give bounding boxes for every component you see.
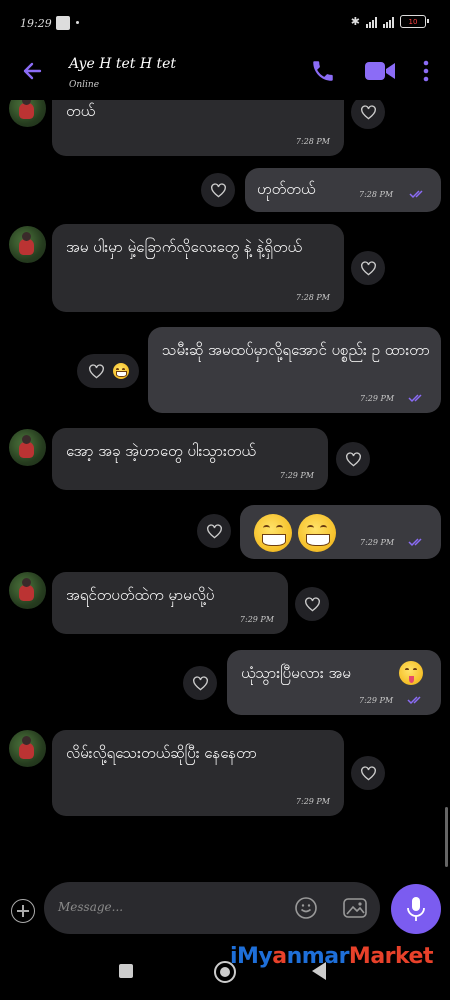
sticker-icon[interactable] bbox=[294, 896, 318, 920]
avatar[interactable] bbox=[9, 226, 46, 263]
add-attachment-icon[interactable] bbox=[11, 899, 35, 923]
like-button[interactable] bbox=[351, 100, 385, 129]
message-text: သမီးဆို အမထပ်မှာလို့ရအောင် ပစ္စည်း ဥ ထား… bbox=[162, 341, 430, 359]
message-list[interactable]: တယ် 7:28 PM ဟုတ်တယ် 7:28 PM အမ ပါးမှာ မှ… bbox=[0, 100, 450, 870]
contact-status: Online bbox=[69, 80, 100, 90]
grinning-emoji-icon bbox=[298, 514, 336, 552]
battery-level: 10 bbox=[408, 17, 418, 26]
message-composer: Message... bbox=[0, 872, 450, 944]
recent-apps-button[interactable] bbox=[119, 964, 133, 978]
phone-call-icon[interactable] bbox=[310, 58, 336, 84]
outgoing-message[interactable]: သမီးဆို အမထပ်မှာလို့ရအောင် ပစ္စည်း ဥ ထား… bbox=[148, 327, 441, 413]
winking-tongue-emoji-icon bbox=[399, 661, 423, 685]
heart-icon bbox=[360, 260, 376, 275]
chat-header: Aye H tet H tet Online bbox=[0, 48, 450, 100]
heart-icon bbox=[360, 765, 376, 780]
heart-icon bbox=[304, 596, 320, 611]
like-button[interactable] bbox=[295, 587, 329, 621]
signal-2-icon bbox=[383, 16, 394, 28]
avatar[interactable] bbox=[9, 572, 46, 609]
heart-icon bbox=[360, 104, 376, 119]
bluetooth-icon: ✱ bbox=[350, 15, 360, 28]
incoming-message[interactable]: အော့ အခု အဲ့ဟာတွေ ပါးသွားတယ် 7:29 PM bbox=[52, 428, 328, 490]
read-ticks-icon bbox=[408, 394, 422, 403]
message-time: 7:29 PM bbox=[295, 797, 330, 806]
back-arrow-icon[interactable] bbox=[20, 58, 46, 84]
message-time: 7:28 PM bbox=[359, 190, 394, 199]
message-placeholder: Message... bbox=[58, 900, 124, 914]
like-button[interactable] bbox=[336, 442, 370, 476]
outgoing-message[interactable]: 7:29 PM bbox=[240, 505, 441, 559]
scrollbar[interactable] bbox=[445, 807, 448, 867]
heart-icon bbox=[345, 451, 361, 466]
message-time: 7:29 PM bbox=[239, 615, 274, 624]
like-button[interactable] bbox=[197, 514, 231, 548]
gallery-icon[interactable] bbox=[342, 896, 368, 920]
incoming-message[interactable]: အမ ပါးမှာ မှဲ့ခြောက်လိုလေးတွေ နဲ့ နဲ့ရှိ… bbox=[52, 224, 344, 312]
status-bar: 19:29 ✱ 10 bbox=[0, 0, 450, 48]
battery-icon: 10 bbox=[400, 15, 429, 28]
heart-icon bbox=[210, 182, 226, 197]
incoming-message[interactable]: အရင်တပတ်ထဲက မှာမလို့ပဲ 7:29 PM bbox=[52, 572, 288, 634]
contact-name[interactable]: Aye H tet H tet bbox=[69, 56, 176, 72]
outgoing-message[interactable]: ယုံသွားပြီမလား အမ 7:29 PM bbox=[227, 650, 441, 715]
incoming-message[interactable]: တယ် 7:28 PM bbox=[52, 100, 344, 156]
watermark-logo: iMyanmarMarket bbox=[230, 944, 434, 969]
video-call-icon[interactable] bbox=[364, 58, 396, 84]
message-time: 7:29 PM bbox=[360, 394, 395, 403]
message-time: 7:29 PM bbox=[359, 696, 394, 705]
notification-dot-icon bbox=[76, 21, 79, 24]
heart-icon bbox=[206, 523, 222, 538]
message-time: 7:28 PM bbox=[295, 293, 330, 302]
message-text: အမ ပါးမှာ မှဲ့ခြောက်လိုလေးတွေ နဲ့ နဲ့ရှိ… bbox=[66, 238, 303, 256]
message-text: တယ် bbox=[66, 102, 96, 120]
like-button[interactable] bbox=[201, 173, 235, 207]
status-time: 19:29 bbox=[20, 17, 52, 30]
heart-icon bbox=[88, 363, 104, 378]
avatar[interactable] bbox=[9, 100, 46, 127]
grinning-emoji-icon bbox=[254, 514, 292, 552]
message-time: 7:29 PM bbox=[360, 538, 395, 547]
message-text: အရင်တပတ်ထဲက မှာမလို့ပဲ bbox=[66, 586, 215, 604]
message-text: ဟုတ်တယ် bbox=[257, 180, 316, 198]
laughing-emoji-icon bbox=[112, 363, 129, 379]
message-text: အော့ အခု အဲ့ဟာတွေ ပါးသွားတယ် bbox=[66, 442, 256, 460]
signal-1-icon bbox=[366, 16, 377, 28]
message-text: လိမ်းလို့ရသေးတယ်ဆိုပြီး နေနေတာ bbox=[66, 744, 257, 762]
like-button[interactable] bbox=[351, 251, 385, 285]
notification-icon bbox=[56, 16, 70, 30]
like-button[interactable] bbox=[183, 666, 217, 700]
avatar[interactable] bbox=[9, 730, 46, 767]
voice-message-button[interactable] bbox=[391, 884, 441, 934]
more-options-icon[interactable] bbox=[419, 58, 433, 84]
like-button[interactable] bbox=[351, 756, 385, 790]
status-icons: ✱ 10 bbox=[350, 15, 429, 28]
message-input[interactable]: Message... bbox=[44, 882, 380, 934]
message-text: ယုံသွားပြီမလား အမ bbox=[241, 664, 351, 682]
reactions-button[interactable] bbox=[77, 354, 139, 388]
heart-icon bbox=[192, 675, 208, 690]
system-navigation-bar: iMyanmarMarket bbox=[0, 944, 450, 1000]
read-ticks-icon bbox=[408, 538, 422, 547]
incoming-message[interactable]: လိမ်းလို့ရသေးတယ်ဆိုပြီး နေနေတာ 7:29 PM bbox=[52, 730, 344, 816]
outgoing-message[interactable]: ဟုတ်တယ် 7:28 PM bbox=[245, 168, 441, 212]
message-time: 7:28 PM bbox=[295, 137, 330, 146]
read-ticks-icon bbox=[409, 190, 423, 199]
microphone-icon bbox=[407, 897, 425, 921]
avatar[interactable] bbox=[9, 429, 46, 466]
read-ticks-icon bbox=[407, 696, 421, 705]
message-time: 7:29 PM bbox=[279, 471, 314, 480]
